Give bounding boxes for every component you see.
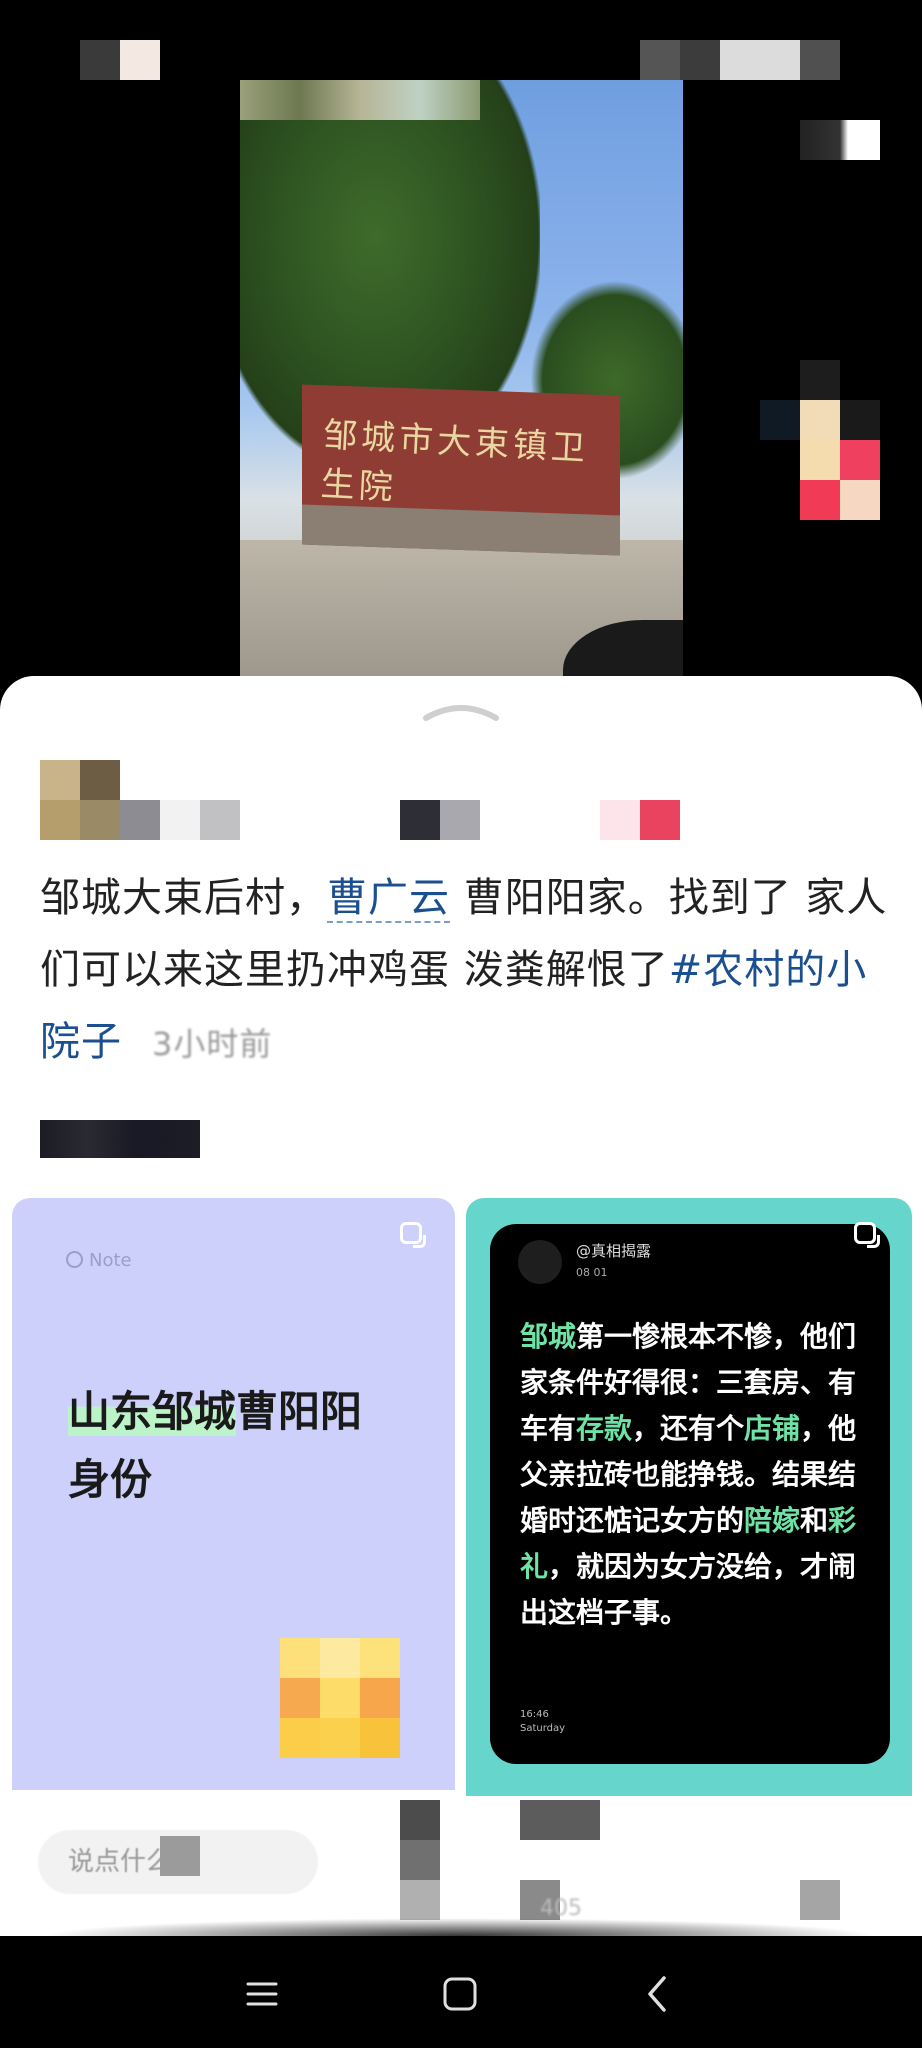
note-label: Note bbox=[66, 1250, 132, 1271]
like-button-pixelated[interactable] bbox=[400, 1800, 440, 1840]
embedded-date: 08 01 bbox=[576, 1266, 608, 1279]
photo-sign-text: 邹城市大束镇卫生院 bbox=[319, 415, 590, 509]
side-pixelated-b bbox=[760, 360, 880, 520]
post-timestamp: 3小时前 bbox=[152, 1025, 273, 1063]
note-title: 山东邹城曹阳阳身份 bbox=[68, 1378, 398, 1514]
collect-button-pixelated[interactable] bbox=[520, 1800, 600, 1840]
embedded-text-green: 存款 bbox=[576, 1412, 633, 1445]
embedded-phone-screenshot: @真相揭露 08 01 邹城第一惨根本不惨，他们家条件好得很：三套房、有车有存款… bbox=[490, 1224, 890, 1764]
embedded-text-plain: ，就因为女方没给，才闹出这档子事。 bbox=[520, 1550, 857, 1629]
embedded-handle: @真相揭露 bbox=[576, 1242, 652, 1260]
share-button-pixelated[interactable] bbox=[800, 1880, 840, 1920]
collapse-chevron-icon[interactable] bbox=[422, 700, 500, 722]
embedded-time: 16:46 Saturday bbox=[520, 1708, 565, 1736]
embedded-clock: 16:46 bbox=[520, 1709, 549, 1720]
embedded-text-green: 店铺 bbox=[744, 1412, 801, 1445]
embedded-text-green: 陪嫁 bbox=[744, 1504, 801, 1537]
post-photo[interactable]: 邹城市大束镇卫生院 bbox=[240, 80, 683, 680]
location-tag-pixelated[interactable] bbox=[40, 1120, 200, 1158]
image-card-screenshot[interactable]: @真相揭露 08 01 邹城第一惨根本不惨，他们家条件好得很：三套房、有车有存款… bbox=[466, 1198, 912, 1798]
emoji-pixelated bbox=[280, 1638, 400, 1758]
home-icon[interactable] bbox=[436, 1970, 484, 2018]
note-title-highlight: 山东邹城 bbox=[68, 1387, 237, 1436]
bottom-shadow bbox=[40, 1918, 880, 1936]
embedded-text-green: 邹城 bbox=[520, 1320, 577, 1353]
like-button-pixelated[interactable] bbox=[400, 1840, 440, 1880]
status-bar-right-pixelated bbox=[640, 40, 840, 80]
note-label-text: Note bbox=[89, 1250, 132, 1271]
multi-image-icon bbox=[400, 1222, 426, 1248]
embedded-weekday: Saturday bbox=[520, 1723, 566, 1734]
embedded-text-plain: 和 bbox=[800, 1504, 829, 1537]
back-icon[interactable] bbox=[634, 1970, 682, 2018]
post-body: 邹城大束后村，曹广云 曹阳阳家。找到了 家人们可以来这里扔冲鸡蛋 泼粪解恨了#农… bbox=[40, 862, 890, 1080]
like-button-pixelated[interactable] bbox=[400, 1880, 440, 1920]
side-pixelated-a bbox=[800, 120, 880, 160]
comment-bar: 说点什么 405 bbox=[0, 1796, 922, 1936]
system-navigation-bar bbox=[0, 1936, 922, 2048]
embedded-text-plain: ，还有个 bbox=[632, 1412, 745, 1445]
embedded-text: 邹城第一惨根本不惨，他们家条件好得很：三套房、有车有存款，还有个店铺，他父亲拉砖… bbox=[520, 1314, 870, 1636]
post-text-part1: 邹城大束后村， bbox=[40, 875, 327, 921]
photo-pixelated-strip bbox=[240, 80, 480, 120]
menu-icon[interactable] bbox=[238, 1970, 286, 2018]
note-circle-icon bbox=[66, 1251, 83, 1268]
user-mention-link[interactable]: 曹广云 bbox=[327, 875, 450, 923]
image-card-note[interactable]: Note 山东邹城曹阳阳身份 bbox=[12, 1198, 455, 1790]
embedded-avatar bbox=[518, 1240, 562, 1284]
multi-image-icon bbox=[854, 1222, 880, 1248]
comment-pixelated bbox=[160, 1836, 200, 1876]
status-bar-left-pixelated bbox=[80, 40, 160, 80]
